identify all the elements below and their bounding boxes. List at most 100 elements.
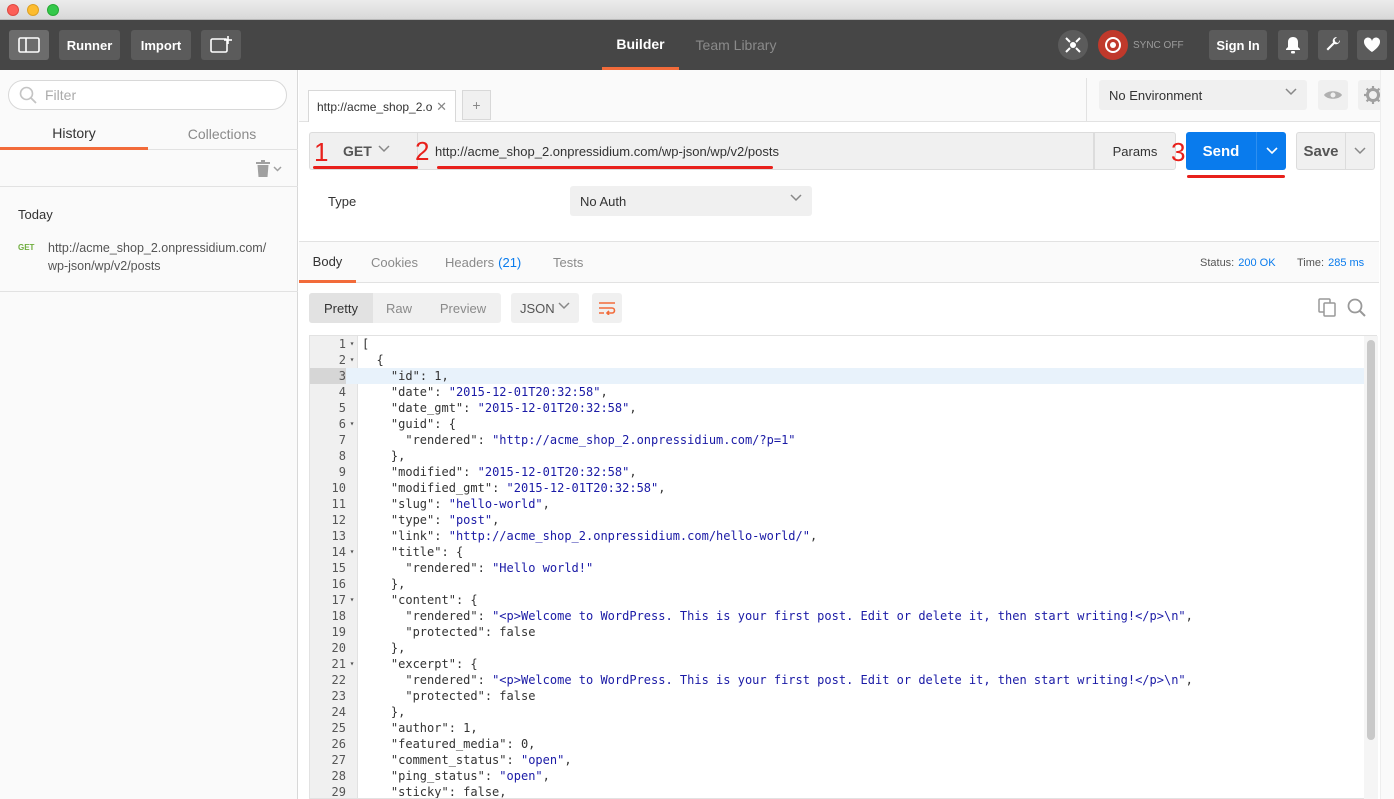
sync-status[interactable]: SYNC OFF [1098, 30, 1184, 60]
params-button[interactable]: Params [1094, 132, 1176, 170]
wrap-lines-button[interactable] [592, 293, 622, 323]
interceptor-button[interactable] [1058, 30, 1088, 60]
line-number: 7 [338, 433, 346, 447]
response-time: Time: 285 ms [1297, 242, 1364, 283]
fold-toggle-icon[interactable]: ▾ [347, 336, 357, 352]
url-input[interactable]: http://acme_shop_2.onpressidium.com/wp-j… [417, 132, 1094, 170]
code-text: "comment_status": "open", [390, 753, 572, 767]
tab-team-library[interactable]: Team Library [684, 20, 788, 70]
code-line: 3 "id": 1, [310, 368, 1365, 384]
code-line: 6 ▾ "guid": { [310, 416, 1365, 432]
code-line: 13 "link": "http://acme_shop_2.onpressid… [310, 528, 1365, 544]
toggle-sidebar-button[interactable] [9, 30, 49, 60]
environment-quick-look-button[interactable] [1318, 80, 1348, 110]
save-button[interactable]: Save [1296, 132, 1346, 170]
search-icon[interactable] [1347, 298, 1366, 317]
code-text: [ [362, 337, 370, 351]
settings-button[interactable] [1318, 30, 1348, 60]
code-line: 16 }, [310, 576, 1365, 592]
chevron-down-icon [378, 145, 390, 153]
format-select[interactable]: JSON [511, 293, 579, 323]
tab-response-headers[interactable]: Headers (21) [445, 242, 521, 283]
save-options-button[interactable] [1345, 132, 1375, 170]
send-button[interactable]: Send [1186, 132, 1256, 170]
line-number: 16 [331, 577, 346, 591]
code-text: "guid": { [390, 417, 456, 431]
code-text: }, [362, 705, 406, 719]
time-label: Time: [1297, 256, 1325, 269]
sidebar-tabs: History Collections [0, 118, 298, 150]
tab-response-tests[interactable]: Tests [553, 242, 583, 283]
fold-toggle-icon[interactable]: ▾ [347, 544, 357, 560]
code-line: 9 "modified": "2015-12-01T20:32:58", [310, 464, 1365, 480]
environment-select[interactable]: No Environment [1099, 80, 1307, 110]
window-minimize-button[interactable] [27, 4, 39, 16]
code-line: 7 "rendered": "http://acme_shop_2.onpres… [310, 432, 1365, 448]
environment-divider [1086, 78, 1087, 122]
postman-window: Runner Import Builder Team Library SYNC … [0, 0, 1394, 799]
runner-button[interactable]: Runner [59, 30, 120, 60]
response-tabs: Body Cookies Headers (21) Tests Status: … [299, 241, 1379, 283]
code-text: "protected": false [405, 689, 536, 703]
copy-icon[interactable] [1318, 298, 1336, 317]
tab-collections[interactable]: Collections [148, 118, 296, 150]
code-text: { [362, 353, 384, 367]
sign-in-button[interactable]: Sign In [1209, 30, 1267, 60]
new-tab-button[interactable]: + [462, 90, 491, 120]
code-text: "excerpt": { [390, 657, 478, 671]
line-number: 25 [331, 721, 346, 735]
fold-toggle-icon[interactable]: ▾ [347, 592, 357, 608]
search-icon [19, 86, 37, 104]
notifications-button[interactable] [1278, 30, 1308, 60]
code-text: "featured_media": 0, [390, 737, 536, 751]
annotation-underline-send [1187, 175, 1285, 178]
editor-scrollbar-thumb[interactable] [1367, 340, 1375, 740]
headers-label: Headers [445, 255, 495, 270]
history-group-today: Today [18, 207, 53, 222]
code-line: 17 ▾ "content": { [310, 592, 1365, 608]
line-number: 3 [310, 368, 346, 384]
chevron-down-icon [790, 194, 802, 202]
filter-input[interactable] [45, 87, 265, 103]
line-number: 27 [331, 753, 346, 767]
sync-label: SYNC OFF [1133, 39, 1184, 51]
history-item[interactable]: GET http://acme_shop_2.onpressidium.com/… [0, 234, 298, 292]
code-text: "type": "post", [390, 513, 500, 527]
close-tab-icon[interactable]: ✕ [436, 99, 447, 115]
import-button[interactable]: Import [131, 30, 191, 60]
tab-history[interactable]: History [0, 118, 148, 150]
clear-history-button[interactable] [256, 160, 282, 177]
filter-box[interactable] [8, 80, 287, 110]
tab-builder[interactable]: Builder [602, 20, 679, 70]
request-tab[interactable]: http://acme_shop_2.o ✕ [308, 90, 456, 122]
code-line: 24 }, [310, 704, 1365, 720]
auth-type-select[interactable]: No Auth [570, 186, 812, 216]
line-number: 29 [331, 785, 346, 799]
fold-toggle-icon[interactable]: ▾ [347, 656, 357, 672]
main-scrollbar[interactable] [1380, 70, 1394, 799]
sidebar-divider [0, 186, 298, 187]
code-line: 21 ▾ "excerpt": { [310, 656, 1365, 672]
code-text: }, [362, 641, 406, 655]
tab-response-body[interactable]: Body [299, 242, 356, 283]
code-line: 4 "date": "2015-12-01T20:32:58", [310, 384, 1365, 400]
window-close-button[interactable] [7, 4, 19, 16]
code-text: "content": { [390, 593, 478, 607]
view-preview-button[interactable]: Preview [425, 293, 501, 323]
heart-button[interactable] [1357, 30, 1387, 60]
request-tab-bar: http://acme_shop_2.o ✕ + No Environment [299, 70, 1394, 122]
response-body-editor[interactable]: 1 ▾[2 ▾ {3 "id": 1, 4 "date": "2015-12-01T2… [309, 335, 1377, 799]
fold-toggle-icon[interactable]: ▾ [347, 352, 357, 368]
send-options-button[interactable] [1256, 132, 1286, 170]
view-pretty-button[interactable]: Pretty [309, 293, 373, 323]
line-number: 24 [331, 705, 346, 719]
code-line: 2 ▾ { [310, 352, 1365, 368]
code-line: 20 }, [310, 640, 1365, 656]
fold-toggle-icon[interactable]: ▾ [347, 416, 357, 432]
code-text: "date": "2015-12-01T20:32:58", [390, 385, 608, 399]
tab-response-cookies[interactable]: Cookies [371, 242, 418, 283]
view-raw-button[interactable]: Raw [373, 293, 425, 323]
new-window-button[interactable] [201, 30, 241, 60]
window-maximize-button[interactable] [47, 4, 59, 16]
format-value: JSON [520, 300, 555, 316]
